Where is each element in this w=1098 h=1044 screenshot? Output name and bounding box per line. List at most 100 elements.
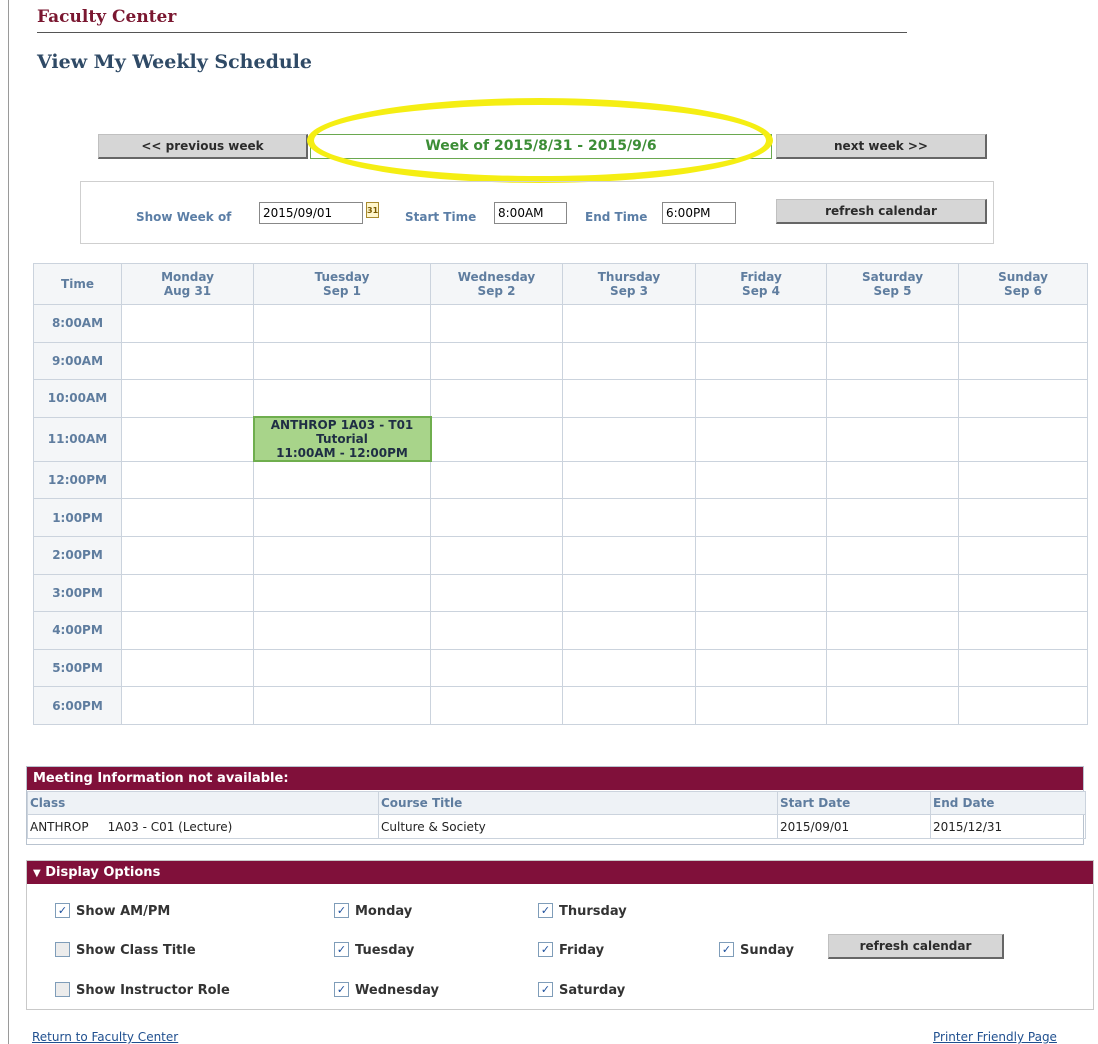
checkbox-monday[interactable]: ✓	[334, 903, 349, 918]
schedule-cell[interactable]	[958, 535, 1088, 575]
schedule-cell[interactable]	[695, 573, 827, 613]
schedule-cell[interactable]	[958, 304, 1088, 343]
schedule-cell[interactable]	[121, 611, 254, 650]
checkbox-thursday[interactable]: ✓	[538, 903, 553, 918]
schedule-cell[interactable]	[430, 686, 563, 725]
time-slot-label: 10:00AM	[33, 379, 122, 418]
schedule-cell[interactable]	[121, 573, 254, 613]
class-event-block[interactable]: ANTHROP 1A03 - T01 Tutorial 11:00AM - 12:0…	[252, 416, 432, 463]
schedule-cell[interactable]	[826, 611, 959, 650]
schedule-cell[interactable]	[562, 611, 696, 650]
checkbox-friday[interactable]: ✓	[538, 942, 553, 957]
schedule-cell[interactable]	[562, 686, 696, 725]
schedule-cell[interactable]	[253, 573, 431, 613]
schedule-cell[interactable]	[695, 416, 827, 462]
schedule-cell[interactable]	[253, 535, 431, 575]
checkbox-tuesday[interactable]: ✓	[334, 942, 349, 957]
schedule-cell[interactable]	[121, 379, 254, 418]
schedule-cell[interactable]	[253, 460, 431, 500]
schedule-cell[interactable]	[430, 611, 563, 650]
schedule-cell[interactable]	[430, 304, 563, 343]
schedule-cell[interactable]	[958, 573, 1088, 613]
schedule-cell[interactable]	[253, 379, 431, 418]
schedule-cell[interactable]	[958, 611, 1088, 650]
checkbox-show-instructor-role[interactable]	[55, 982, 70, 997]
checkbox-sunday[interactable]: ✓	[719, 942, 734, 957]
schedule-cell[interactable]	[121, 498, 254, 537]
schedule-cell[interactable]	[826, 535, 959, 575]
refresh-calendar-button[interactable]: refresh calendar	[776, 199, 987, 224]
schedule-cell[interactable]	[562, 304, 696, 343]
checkbox-show-am-pm[interactable]: ✓	[55, 903, 70, 918]
end-time-input[interactable]	[662, 202, 736, 224]
schedule-cell[interactable]	[253, 611, 431, 650]
schedule-cell[interactable]	[430, 341, 563, 381]
schedule-cell[interactable]	[958, 416, 1088, 462]
checkbox-wednesday[interactable]: ✓	[334, 982, 349, 997]
schedule-cell[interactable]	[253, 498, 431, 537]
schedule-cell[interactable]	[121, 686, 254, 725]
start-time-input[interactable]	[494, 202, 567, 224]
schedule-cell[interactable]	[958, 460, 1088, 500]
previous-week-button[interactable]: << previous week	[98, 134, 308, 159]
schedule-cell[interactable]	[826, 379, 959, 418]
schedule-cell[interactable]	[826, 460, 959, 500]
schedule-cell[interactable]	[430, 416, 563, 462]
schedule-cell[interactable]	[430, 498, 563, 537]
schedule-cell[interactable]	[826, 416, 959, 462]
schedule-cell[interactable]	[826, 304, 959, 343]
next-week-button[interactable]: next week >>	[776, 134, 987, 159]
schedule-cell[interactable]	[562, 573, 696, 613]
schedule-cell[interactable]	[826, 341, 959, 381]
schedule-cell[interactable]	[695, 341, 827, 381]
day-header-friday: Friday Sep 4	[695, 263, 827, 305]
schedule-cell[interactable]	[695, 498, 827, 537]
schedule-cell[interactable]	[958, 686, 1088, 725]
schedule-cell[interactable]	[695, 611, 827, 650]
printer-friendly-page-link[interactable]: Printer Friendly Page	[933, 1030, 1057, 1044]
schedule-cell[interactable]	[826, 686, 959, 725]
schedule-cell[interactable]	[695, 379, 827, 418]
schedule-cell[interactable]	[430, 460, 563, 500]
schedule-cell[interactable]	[253, 304, 431, 343]
schedule-cell[interactable]	[562, 535, 696, 575]
schedule-cell[interactable]	[121, 648, 254, 688]
schedule-cell[interactable]	[562, 379, 696, 418]
schedule-cell[interactable]	[253, 686, 431, 725]
show-week-input[interactable]	[259, 202, 363, 224]
schedule-cell[interactable]	[826, 498, 959, 537]
schedule-cell[interactable]	[121, 341, 254, 381]
schedule-cell[interactable]	[430, 573, 563, 613]
schedule-cell[interactable]	[430, 535, 563, 575]
schedule-cell[interactable]	[121, 535, 254, 575]
schedule-cell[interactable]	[826, 648, 959, 688]
schedule-cell[interactable]	[695, 648, 827, 688]
schedule-cell[interactable]	[958, 379, 1088, 418]
schedule-cell[interactable]	[562, 498, 696, 537]
schedule-cell[interactable]	[121, 416, 254, 462]
checkbox-saturday[interactable]: ✓	[538, 982, 553, 997]
schedule-cell[interactable]	[695, 460, 827, 500]
schedule-cell[interactable]	[695, 686, 827, 725]
refresh-calendar-bottom-button[interactable]: refresh calendar	[828, 934, 1004, 959]
schedule-cell[interactable]	[430, 379, 563, 418]
schedule-cell[interactable]	[562, 416, 696, 462]
schedule-cell[interactable]	[121, 460, 254, 500]
schedule-cell[interactable]	[253, 648, 431, 688]
schedule-cell[interactable]	[562, 460, 696, 500]
schedule-cell[interactable]	[958, 341, 1088, 381]
schedule-cell[interactable]	[253, 341, 431, 381]
schedule-cell[interactable]	[562, 648, 696, 688]
display-options-header[interactable]: ▼ Display Options	[27, 861, 1093, 884]
schedule-cell[interactable]	[695, 304, 827, 343]
schedule-cell[interactable]	[958, 498, 1088, 537]
schedule-cell[interactable]	[826, 573, 959, 613]
schedule-cell[interactable]	[562, 341, 696, 381]
checkbox-show-class-title[interactable]	[55, 942, 70, 957]
schedule-cell[interactable]	[430, 648, 563, 688]
calendar-icon[interactable]: 31	[366, 202, 379, 218]
schedule-cell[interactable]	[695, 535, 827, 575]
schedule-cell[interactable]	[121, 304, 254, 343]
schedule-cell[interactable]	[958, 648, 1088, 688]
return-to-faculty-center-link[interactable]: Return to Faculty Center	[32, 1030, 178, 1044]
